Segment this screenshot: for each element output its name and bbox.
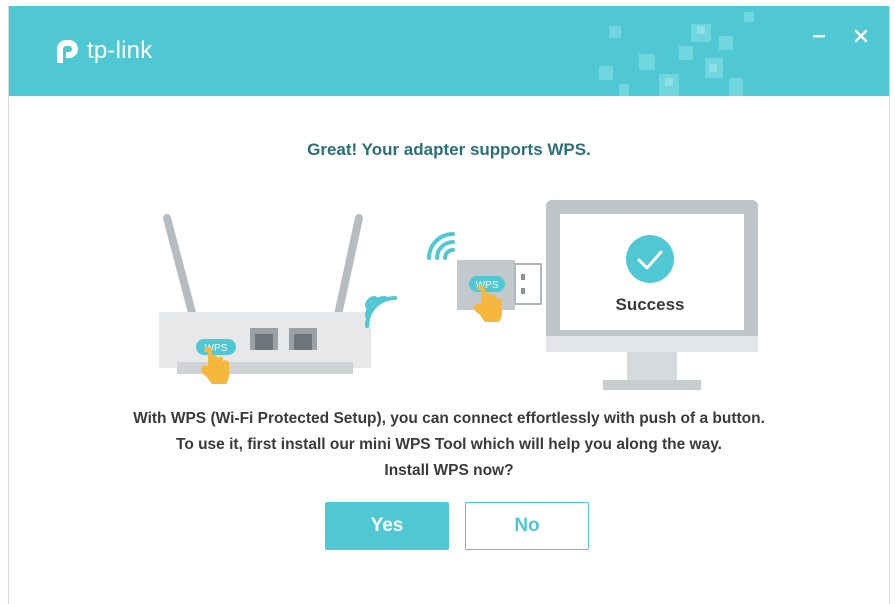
description-line-1: With WPS (Wi-Fi Protected Setup), you ca… [133,410,765,427]
wps-illustration: WPS WPS Success [159,200,758,390]
monitor-graphic: Success [546,200,758,390]
monitor-success-text: Success [616,295,685,314]
no-button[interactable]: No [465,502,589,550]
yes-button[interactable]: Yes [325,502,449,550]
wps-dialog-window: tp-link Great! Your adapter supports WPS… [8,6,890,604]
description-line-2: To use it, first install our mini WPS To… [176,436,722,453]
description-line-3: Install WPS now? [384,462,514,479]
usb-adapter-graphic: WPS [427,232,542,322]
router-graphic: WPS [159,214,397,384]
